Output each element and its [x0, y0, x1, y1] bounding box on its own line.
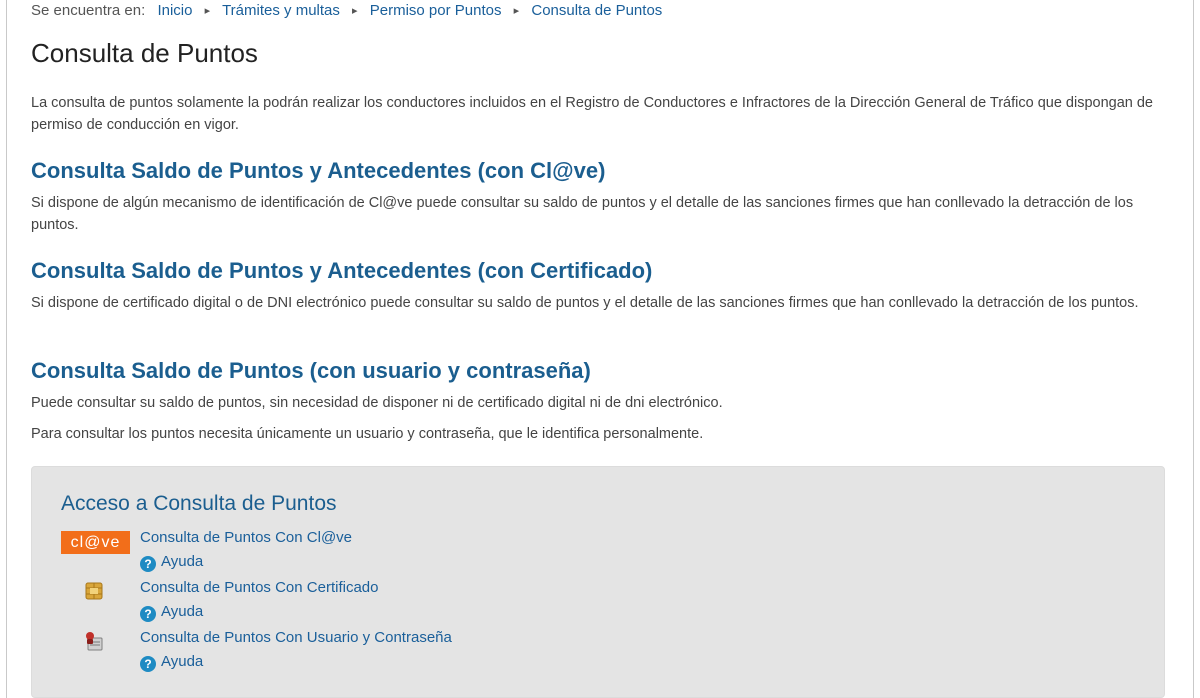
clave-logo-icon: cl@ve	[61, 531, 131, 555]
breadcrumb-separator-icon: ▸	[204, 5, 211, 17]
help-label: Ayuda	[161, 553, 204, 570]
section-title-clave[interactable]: Consulta Saldo de Puntos y Antecedentes …	[31, 158, 605, 184]
help-link-certificado[interactable]: ? Ayuda	[140, 603, 203, 622]
section-text-usuario-2: Para consultar los puntos necesita única…	[31, 426, 704, 442]
section-text-usuario: Puede consultar su saldo de puntos, sin …	[31, 395, 723, 411]
help-link-clave[interactable]: ? Ayuda	[140, 553, 203, 572]
intro-text: La consulta de puntos solamente la podrá…	[31, 95, 1154, 133]
access-title: Acceso a Consulta de Puntos	[61, 492, 337, 515]
page-title: Consulta de Puntos	[31, 38, 258, 68]
clave-logo-text: cl@ve	[61, 531, 130, 554]
breadcrumb-separator-icon: ▸	[352, 5, 358, 17]
help-label: Ayuda	[161, 653, 204, 670]
breadcrumb-item-consulta[interactable]: Consulta de Puntos	[531, 2, 662, 19]
help-label: Ayuda	[161, 603, 204, 620]
page-frame: Se encuentra en: Inicio ▸ Trámites y mul…	[6, 0, 1194, 698]
section-title-certificado[interactable]: Consulta Saldo de Puntos y Antecedentes …	[31, 258, 652, 284]
help-icon: ?	[140, 556, 156, 572]
breadcrumb-item-permiso[interactable]: Permiso por Puntos	[370, 2, 502, 19]
breadcrumb: Se encuentra en: Inicio ▸ Trámites y mul…	[31, 2, 662, 19]
breadcrumb-item-inicio[interactable]: Inicio	[157, 2, 192, 19]
access-link-certificado[interactable]: Consulta de Puntos Con Certificado	[140, 579, 378, 596]
access-link-clave[interactable]: Consulta de Puntos Con Cl@ve	[140, 529, 352, 546]
breadcrumb-item-tramites[interactable]: Trámites y multas	[222, 2, 340, 19]
smart-card-chip-icon	[61, 579, 131, 603]
breadcrumb-separator-icon: ▸	[513, 5, 520, 17]
help-icon: ?	[140, 656, 156, 672]
section-text-certificado: Si dispone de certificado digital o de D…	[31, 295, 1139, 311]
access-link-usuario[interactable]: Consulta de Puntos Con Usuario y Contras…	[140, 629, 452, 646]
breadcrumb-lead: Se encuentra en:	[31, 2, 146, 19]
help-link-usuario[interactable]: ? Ayuda	[140, 653, 203, 672]
help-icon: ?	[140, 606, 156, 622]
section-title-usuario[interactable]: Consulta Saldo de Puntos (con usuario y …	[31, 358, 591, 384]
user-password-icon	[61, 629, 131, 653]
section-text-clave: Si dispone de algún mecanismo de identif…	[31, 195, 1134, 233]
access-panel: Acceso a Consulta de Puntos cl@ve Consul…	[31, 466, 1165, 698]
